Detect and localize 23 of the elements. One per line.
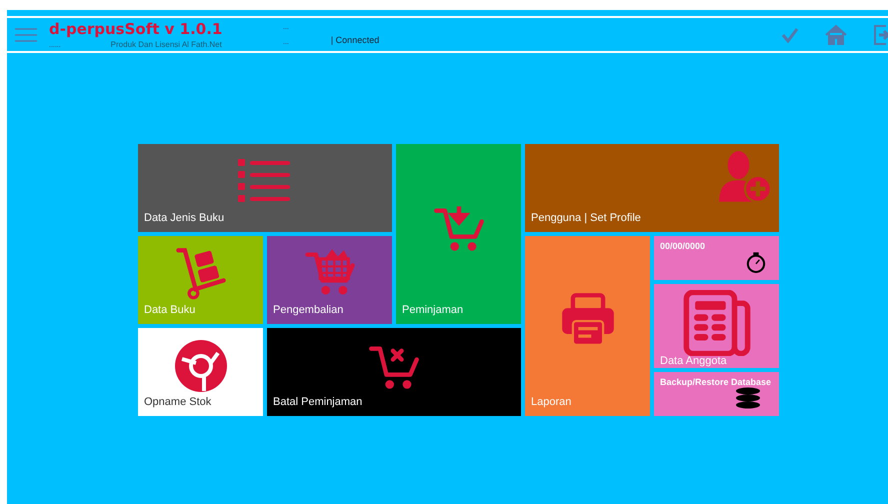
check-icon[interactable] xyxy=(781,26,799,42)
newspaper-icon xyxy=(682,290,752,356)
user-add-icon xyxy=(717,150,773,204)
menu-tile[interactable]: Laporan xyxy=(525,236,650,416)
menu-icon[interactable] xyxy=(15,26,37,42)
menu-tile[interactable]: Pengembalian xyxy=(267,236,392,324)
hand-truck-icon xyxy=(174,246,228,302)
menu-tile[interactable]: Backup/Restore Database xyxy=(654,372,779,416)
menu-tile[interactable]: Data Jenis Buku xyxy=(138,144,392,232)
menu-tile[interactable]: Peminjaman xyxy=(396,144,521,324)
menu-tile[interactable]: Pengguna | Set Profile xyxy=(525,144,779,232)
connection-status: | Connected xyxy=(330,34,380,47)
menu-tile[interactable]: 00/00/0000 xyxy=(654,236,779,280)
printer-icon xyxy=(560,292,616,346)
menu-tile[interactable]: Data Buku xyxy=(138,236,263,324)
home-icon[interactable] xyxy=(825,24,847,44)
license-text: Produk Dan Lisensi Al Fath.Net xyxy=(110,41,222,49)
app-title: d-perpusSoft v 1.0.1 xyxy=(49,20,224,39)
database-icon xyxy=(735,387,761,409)
exit-icon[interactable] xyxy=(873,24,888,46)
menu-tile[interactable]: Data Anggota xyxy=(654,284,779,368)
menu-tile[interactable]: Batal Peminjaman xyxy=(267,328,521,416)
menu-tile[interactable]: Opname Stok xyxy=(138,328,263,416)
